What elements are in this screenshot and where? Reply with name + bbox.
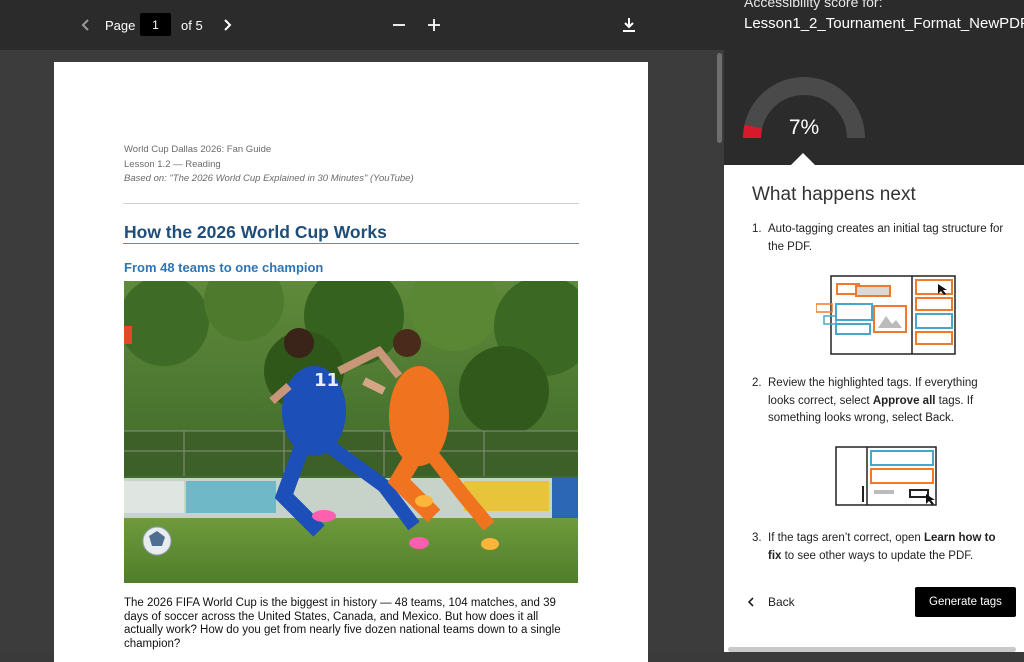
step-number: 2.: [752, 377, 762, 389]
page-label: Page: [105, 17, 136, 33]
heading-underline: [123, 243, 579, 244]
step-number: 3.: [752, 532, 762, 544]
pdf-viewer: Page 1 of 5 World Cup Dallas 2026: Fan G…: [0, 0, 724, 662]
download-button[interactable]: [622, 0, 636, 50]
section-title: What happens next: [752, 184, 916, 205]
auto-tagging-illustration-icon: [816, 275, 956, 355]
doc-body-paragraph: The 2026 FIFA World Cup is the biggest i…: [124, 597, 561, 650]
step-text: Review the highlighted tags. If everythi…: [768, 377, 978, 424]
minus-icon: [393, 24, 405, 26]
panel-scrollbar[interactable]: [728, 647, 1016, 652]
download-icon: [623, 18, 635, 32]
page-count: of 5: [181, 17, 203, 33]
chevron-right-icon: [224, 19, 232, 31]
chevron-left-icon: [747, 597, 754, 607]
soccer-photo: 11: [124, 281, 578, 583]
svg-text:11: 11: [314, 370, 339, 391]
score-header: Accessibility score for: Lesson1_2_Tourn…: [724, 0, 1024, 165]
doc-meta-source: Based on: "The 2026 World Cup Explained …: [124, 173, 414, 184]
pdf-page: World Cup Dallas 2026: Fan Guide Lesson …: [54, 62, 648, 662]
zoom-out-button[interactable]: [392, 0, 406, 50]
zoom-in-button[interactable]: [427, 0, 441, 50]
doc-meta-lesson: Lesson 1.2 — Reading: [124, 159, 221, 170]
chevron-left-icon: [81, 19, 89, 31]
divider: [123, 203, 579, 204]
callout-notch: [791, 153, 815, 165]
viewer-toolbar: Page 1 of 5: [0, 0, 724, 50]
file-name: Lesson1_2_Tournament_Format_NewPDF.pdf: [744, 15, 1024, 32]
score-percent: 7%: [788, 116, 820, 139]
doc-meta-title: World Cup Dallas 2026: Fan Guide: [124, 144, 272, 155]
page-number-input[interactable]: 1: [140, 13, 171, 36]
previous-page-button[interactable]: [80, 0, 92, 50]
gauge-fill: [742, 124, 763, 139]
step-number: 1.: [752, 223, 762, 235]
back-button[interactable]: Back: [746, 590, 795, 614]
review-tags-illustration-icon: [835, 446, 937, 506]
step-text: If the tags aren’t correct, open Learn h…: [768, 532, 996, 562]
next-page-button[interactable]: [221, 0, 233, 50]
accessibility-panel: Accessibility score for: Lesson1_2_Tourn…: [724, 0, 1024, 652]
viewer-scrollbar-thumb[interactable]: [717, 53, 722, 143]
plus-icon: [428, 19, 440, 31]
doc-subheading: From 48 teams to one champion: [124, 260, 324, 275]
score-label: Accessibility score for:: [744, 0, 883, 10]
doc-heading: How the 2026 World Cup Works: [124, 222, 387, 242]
back-label: Back: [768, 595, 795, 609]
generate-tags-button[interactable]: Generate tags: [915, 587, 1016, 617]
step-text: Auto-tagging creates an initial tag stru…: [768, 223, 1004, 253]
